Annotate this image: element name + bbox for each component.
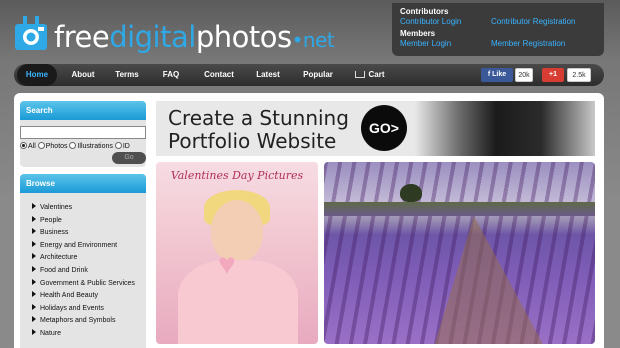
nav-home[interactable]: Home	[17, 64, 57, 86]
logo-part-photos: photos	[195, 20, 292, 54]
chevron-right-icon	[32, 278, 36, 285]
site-logo[interactable]: freedigitalphotos•net	[14, 10, 335, 54]
chevron-right-icon	[32, 303, 36, 310]
category-item[interactable]: Health And Beauty	[32, 290, 135, 303]
chevron-right-icon	[32, 291, 36, 298]
member-login-link[interactable]: Member Login	[400, 39, 451, 48]
chevron-right-icon	[32, 215, 36, 222]
valentines-feature-title: Valentines Day Pictures	[170, 169, 304, 182]
chevron-right-icon	[32, 265, 36, 272]
chevron-right-icon	[32, 228, 36, 235]
portfolio-ad-banner[interactable]: Create a Stunning Portfolio Website GO>	[156, 101, 595, 156]
banner-headline-1: Create a Stunning	[168, 106, 349, 130]
radio-id[interactable]	[114, 142, 122, 149]
logo-part-free: free	[54, 20, 110, 54]
search-go-button[interactable]: Go	[112, 152, 146, 164]
category-item[interactable]: People	[32, 215, 135, 228]
camera-logo-icon	[15, 16, 47, 50]
model-body	[178, 260, 298, 344]
radio-illustrations[interactable]	[69, 142, 77, 149]
nav-popular[interactable]: Popular	[298, 64, 338, 86]
nav-terms[interactable]: Terms	[110, 64, 144, 86]
account-panel: Contributors Contributor Login Contribut…	[392, 3, 604, 56]
members-heading: Members	[400, 29, 436, 38]
category-label: Energy and Environment	[40, 241, 118, 249]
logo-wordmark: freedigitalphotos•net	[54, 20, 335, 54]
member-registration-link[interactable]: Member Registration	[491, 39, 565, 48]
radio-all[interactable]	[20, 142, 27, 149]
category-item[interactable]: Nature	[32, 328, 135, 341]
nav-contact[interactable]: Contact	[199, 64, 239, 86]
chevron-right-icon	[32, 316, 36, 323]
gplus-count: 2.5k	[567, 68, 591, 82]
search-box: Search All Photos Illustrations ID Go	[20, 101, 146, 167]
valentines-feature-image[interactable]: Valentines Day Pictures ♥	[156, 162, 318, 344]
gplus-button[interactable]: +1	[542, 68, 564, 82]
facebook-like-count: 20k	[515, 68, 533, 82]
category-label: Government & Public Services	[40, 279, 135, 287]
radio-photos[interactable]	[37, 142, 45, 149]
radio-id-label: ID	[122, 143, 130, 150]
banner-headline-2: Portfolio Website	[168, 129, 337, 153]
sidebar: Search All Photos Illustrations ID Go Br…	[20, 101, 146, 348]
gplus-label: +1	[549, 71, 557, 78]
banner-go-button[interactable]: GO>	[361, 105, 407, 151]
lavender-field-image[interactable]	[324, 162, 595, 344]
horizon	[324, 202, 595, 216]
tree	[400, 184, 422, 202]
main-nav: Home About Terms FAQ Contact Latest Popu…	[14, 64, 604, 86]
nav-cart[interactable]: Cart	[352, 64, 388, 86]
heart-icon: ♥	[218, 248, 236, 281]
category-label: People	[40, 216, 62, 224]
nav-about[interactable]: About	[66, 64, 100, 86]
contributor-registration-link[interactable]: Contributor Registration	[491, 17, 575, 26]
chevron-right-icon	[32, 253, 36, 260]
category-label: Health And Beauty	[40, 292, 98, 300]
chevron-right-icon	[32, 240, 36, 247]
category-item[interactable]: Energy and Environment	[32, 240, 135, 253]
radio-all-label: All	[28, 143, 36, 150]
category-label: Food and Drink	[40, 266, 88, 274]
search-input[interactable]	[20, 126, 146, 139]
browse-title: Browse	[20, 174, 146, 193]
field-path	[434, 216, 544, 344]
category-label: Metaphors and Symbols	[40, 317, 116, 325]
contributor-login-link[interactable]: Contributor Login	[400, 17, 461, 26]
nav-latest[interactable]: Latest	[251, 64, 285, 86]
category-item[interactable]: Food and Drink	[32, 265, 135, 278]
facebook-like-label: Like	[492, 71, 507, 78]
content-panel: Search All Photos Illustrations ID Go Br…	[14, 93, 604, 348]
category-label: Valentines	[40, 204, 73, 211]
logo-part-net: •net	[291, 28, 335, 52]
radio-photos-label: Photos	[45, 143, 68, 150]
nav-faq[interactable]: FAQ	[157, 64, 185, 86]
facebook-like-button[interactable]: f Like	[481, 68, 513, 82]
search-type-options: All Photos Illustrations ID	[20, 142, 130, 150]
contributors-heading: Contributors	[400, 7, 449, 16]
chevron-right-icon	[32, 203, 36, 209]
category-item[interactable]: Holidays and Events	[32, 303, 135, 316]
photographer-image	[415, 101, 595, 156]
browse-box: Browse Valentines People Business Energy…	[20, 174, 146, 348]
category-label: Business	[40, 229, 69, 237]
category-label: Nature	[40, 329, 62, 337]
nav-cart-label: Cart	[368, 70, 385, 79]
category-item[interactable]: Valentines	[32, 202, 135, 215]
category-item[interactable]: Metaphors and Symbols	[32, 315, 135, 328]
chevron-right-icon	[32, 328, 36, 335]
category-label: Architecture	[40, 254, 78, 262]
category-label: Holidays and Events	[40, 304, 104, 312]
cart-icon	[355, 71, 366, 78]
category-item[interactable]: Architecture	[32, 252, 135, 265]
category-item[interactable]: Government & Public Services	[32, 278, 135, 291]
radio-illustrations-label: Illustrations	[77, 143, 113, 150]
logo-part-digital: digital	[109, 20, 196, 54]
search-title: Search	[20, 101, 146, 120]
category-list: Valentines People Business Energy and En…	[32, 202, 135, 341]
category-item[interactable]: Business	[32, 227, 135, 240]
